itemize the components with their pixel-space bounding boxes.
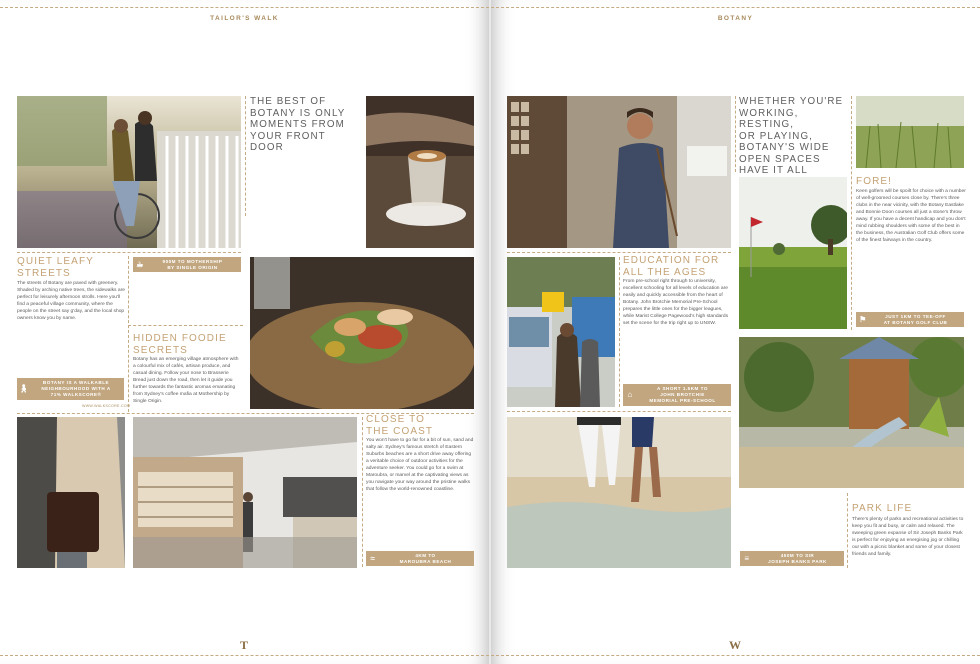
tagline-line: OPEN SPACES bbox=[739, 153, 821, 165]
foodie-heading: HIDDEN FOODIE SECRETS bbox=[133, 333, 243, 356]
right-page: BOTANY W WHETHER YOU'RE WORKING, RESTING… bbox=[491, 0, 980, 664]
badge-line: BY SINGLE ORIGIN bbox=[167, 264, 218, 270]
tagline-line: HAVE IT ALL bbox=[739, 165, 808, 176]
tagline-line: THE BEST OF bbox=[250, 96, 327, 107]
folio-letter: T bbox=[240, 638, 249, 652]
preschool-badge: ⌂ A SHORT 1.5KM TO JOHN BROTCHIE MEMORIA… bbox=[623, 384, 731, 406]
dashed-divider bbox=[128, 325, 243, 326]
man-bag-photo bbox=[17, 417, 125, 568]
beach-wading-photo bbox=[507, 417, 731, 568]
couple-bicycle-photo bbox=[17, 96, 241, 248]
dashed-divider bbox=[362, 417, 363, 567]
park-bench-icon: ≡ bbox=[744, 553, 750, 563]
dashed-divider bbox=[847, 493, 848, 568]
streets-heading-line: QUIET LEAFY bbox=[17, 256, 94, 267]
latte-photo bbox=[366, 96, 474, 248]
grass-photo bbox=[856, 96, 964, 168]
dashed-divider bbox=[245, 96, 246, 216]
folio-letter: W bbox=[729, 638, 741, 652]
mothership-badge: ☕︎ 900M TO MOTHERSHIP BY SINGLE ORIGIN bbox=[133, 257, 241, 272]
school-bus-photo bbox=[507, 257, 615, 407]
top-dashed-rule bbox=[0, 7, 489, 8]
badge-line: 71% WALKSCORE® bbox=[50, 392, 102, 397]
dashed-divider bbox=[619, 257, 620, 407]
streets-heading-line: STREETS bbox=[17, 267, 71, 279]
school-icon: ⌂ bbox=[627, 390, 633, 399]
tagline-line: WHETHER YOU'RE bbox=[739, 96, 844, 107]
education-body: From pre-school right through to univers… bbox=[623, 279, 729, 326]
park-heading: PARK LIFE bbox=[852, 503, 913, 514]
foodie-heading-line: HIDDEN FOODIE bbox=[133, 333, 227, 344]
waves-icon: ≈ bbox=[370, 553, 376, 563]
joseph-banks-badge: ≡ 450M TO SIR JOSEPH BANKS PARK bbox=[740, 551, 844, 566]
foodie-heading-line: SECRETS bbox=[133, 344, 188, 356]
education-heading-line: ALL THE AGES bbox=[623, 266, 707, 278]
coast-heading-line: THE COAST bbox=[366, 425, 434, 437]
badge-line: AT BOTANY GOLF CLUB bbox=[883, 319, 948, 325]
tagline-line: BOTANY IS ONLY bbox=[250, 107, 346, 119]
tagline-line: OR PLAYING, bbox=[739, 130, 813, 142]
dish-photo bbox=[250, 257, 474, 409]
left-page: TAILOR'S WALK T THE BEST OF BOTANY IS ON… bbox=[0, 0, 489, 664]
bakery-interior-photo bbox=[133, 417, 357, 568]
fore-body: Keen golfers will be spoilt for choice w… bbox=[856, 189, 966, 243]
golf-course-photo bbox=[739, 177, 847, 329]
dashed-divider bbox=[507, 252, 731, 253]
coffee-cup-icon: ☕︎ bbox=[136, 259, 144, 269]
education-heading-line: EDUCATION FOR bbox=[623, 255, 720, 266]
bottom-dashed-rule bbox=[491, 655, 980, 656]
tagline: THE BEST OF BOTANY IS ONLY MOMENTS FROM … bbox=[250, 96, 360, 154]
dashed-divider bbox=[507, 411, 731, 412]
tagline-line: YOUR FRONT DOOR bbox=[250, 130, 326, 154]
education-heading: EDUCATION FOR ALL THE AGES bbox=[623, 255, 735, 278]
man-street-photo bbox=[507, 96, 731, 248]
walking-icon: 🚶︎ bbox=[18, 384, 30, 393]
dashed-divider bbox=[735, 96, 736, 172]
badge-line: JOSEPH BANKS PARK bbox=[768, 558, 827, 564]
dashed-divider bbox=[851, 96, 852, 330]
fore-heading: FORE! bbox=[856, 176, 893, 187]
streets-heading: QUIET LEAFY STREETS bbox=[17, 256, 127, 279]
running-head: TAILOR'S WALK bbox=[210, 15, 279, 22]
top-dashed-rule bbox=[491, 7, 980, 8]
tagline-line: WORKING, RESTING, bbox=[739, 107, 799, 131]
badge-line: MAROUBRA BEACH bbox=[399, 558, 452, 564]
coast-body: You won't have to go far for a bit of su… bbox=[366, 438, 474, 492]
coast-heading: CLOSE TO THE COAST bbox=[366, 414, 476, 437]
golf-flag-icon: ⚑ bbox=[859, 314, 867, 324]
badge-line: MEMORIAL PRE-SCHOOL bbox=[649, 398, 716, 403]
walkscore-source: WWW.WALKSCORE.COM bbox=[82, 404, 131, 408]
running-head: BOTANY bbox=[717, 15, 754, 22]
dashed-divider bbox=[17, 252, 241, 253]
bottom-dashed-rule bbox=[0, 655, 489, 656]
maroubra-badge: ≈ 4KM TO MAROUBRA BEACH bbox=[366, 551, 474, 566]
walkscore-badge: 🚶︎ BOTANY IS A WALKABLE NEIGHBOURHOOD WI… bbox=[17, 378, 124, 400]
coast-heading-line: CLOSE TO bbox=[366, 414, 426, 425]
tagline-line: BOTANY'S WIDE bbox=[739, 142, 830, 153]
dashed-divider bbox=[128, 256, 129, 412]
park-body: There's plenty of parks and recreational… bbox=[852, 517, 964, 557]
golf-club-badge: ⚑ JUST 1KM TO TEE-OFF AT BOTANY GOLF CLU… bbox=[856, 312, 964, 327]
tagline-line: MOMENTS FROM bbox=[250, 119, 345, 130]
playground-photo bbox=[739, 337, 964, 488]
streets-body: The streets of Botany are paved with gre… bbox=[17, 281, 125, 321]
tagline: WHETHER YOU'RE WORKING, RESTING, OR PLAY… bbox=[739, 96, 851, 177]
foodie-body: Botany has an emerging village atmospher… bbox=[133, 357, 239, 404]
